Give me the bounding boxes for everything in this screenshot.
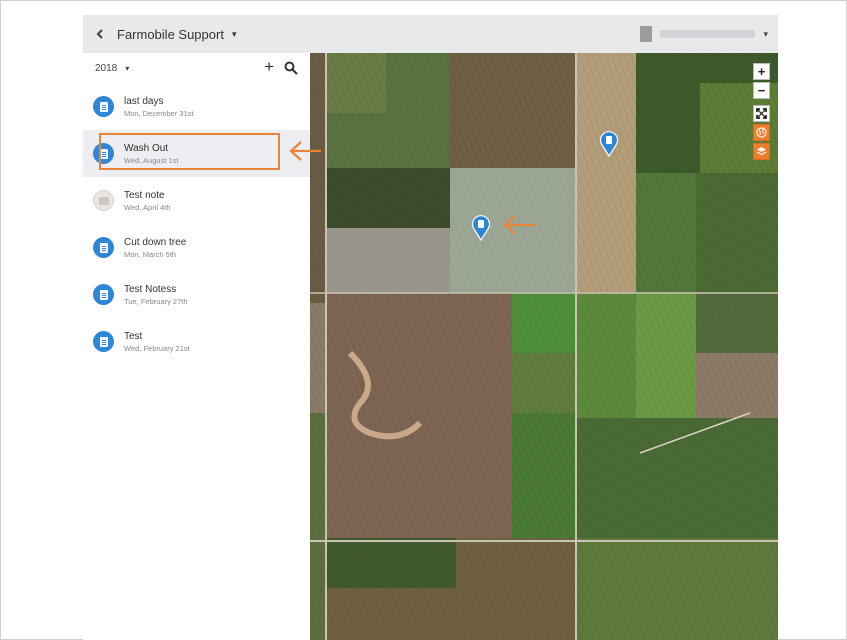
fullscreen-icon <box>756 108 767 119</box>
map-controls: + − <box>753 63 770 160</box>
note-title: last days <box>124 95 164 107</box>
top-bar: Farmobile Support ▾ ▾ <box>83 15 778 53</box>
user-name-redacted <box>660 30 756 38</box>
satellite-imagery <box>310 53 778 640</box>
organization-dropdown-caret[interactable]: ▾ <box>232 29 237 40</box>
user-menu[interactable]: ▾ <box>640 15 768 53</box>
note-item-test-notess[interactable]: Test Notess Tue, February 27th <box>83 271 310 318</box>
note-title: Test note <box>124 189 165 201</box>
chevron-left-icon <box>96 29 103 39</box>
note-list: last days Mon, December 31st Wash Out We… <box>83 83 310 365</box>
document-icon <box>93 96 114 117</box>
back-button[interactable] <box>83 15 117 53</box>
note-title: Cut down tree <box>124 236 187 248</box>
layers-button[interactable] <box>753 143 770 160</box>
globe-icon <box>756 127 767 138</box>
arrow-left-icon <box>503 215 535 235</box>
photo-thumbnail-icon <box>93 190 114 211</box>
note-title: Test Notess <box>124 283 177 295</box>
farmobile-app: Farmobile Support ▾ ▾ 2018 ▾ + last days… <box>83 15 778 640</box>
document-icon <box>93 284 114 305</box>
user-menu-caret[interactable]: ▾ <box>763 29 768 40</box>
year-selector[interactable]: 2018 <box>95 63 117 74</box>
note-date: Mon, December 31st <box>124 108 194 118</box>
screenshot-frame: Farmobile Support ▾ ▾ 2018 ▾ + last days… <box>0 0 847 640</box>
fullscreen-button[interactable] <box>753 105 770 122</box>
selected-note-highlight <box>99 133 280 170</box>
note-date: Tue, February 27th <box>124 296 188 306</box>
zoom-in-button[interactable]: + <box>753 63 770 80</box>
map-pin-icon[interactable] <box>471 215 491 241</box>
document-icon <box>93 237 114 258</box>
organization-title[interactable]: Farmobile Support <box>117 27 224 42</box>
add-note-button[interactable]: + <box>264 58 274 76</box>
globe-button[interactable] <box>753 124 770 141</box>
note-title: Test <box>124 330 143 342</box>
avatar <box>640 26 653 42</box>
note-item-cut-down-tree[interactable]: Cut down tree Mon, March 5th <box>83 224 310 271</box>
layers-icon <box>756 147 767 156</box>
note-item-test-note[interactable]: Test note Wed, April 4th <box>83 177 310 224</box>
year-dropdown-caret[interactable]: ▾ <box>125 64 129 73</box>
satellite-map[interactable]: + − <box>310 53 778 640</box>
zoom-out-button[interactable]: − <box>753 82 770 99</box>
search-icon[interactable] <box>284 61 298 75</box>
arrow-left-icon <box>289 141 321 161</box>
note-date: Wed, February 21st <box>124 343 190 353</box>
note-date: Mon, March 5th <box>124 249 177 259</box>
sidebar-header: 2018 ▾ + <box>83 53 310 83</box>
note-date: Wed, April 4th <box>124 202 171 212</box>
document-icon <box>93 331 114 352</box>
note-item-last-days[interactable]: last days Mon, December 31st <box>83 83 310 130</box>
map-pin-icon[interactable] <box>599 131 619 157</box>
note-item-test[interactable]: Test Wed, February 21st <box>83 318 310 365</box>
